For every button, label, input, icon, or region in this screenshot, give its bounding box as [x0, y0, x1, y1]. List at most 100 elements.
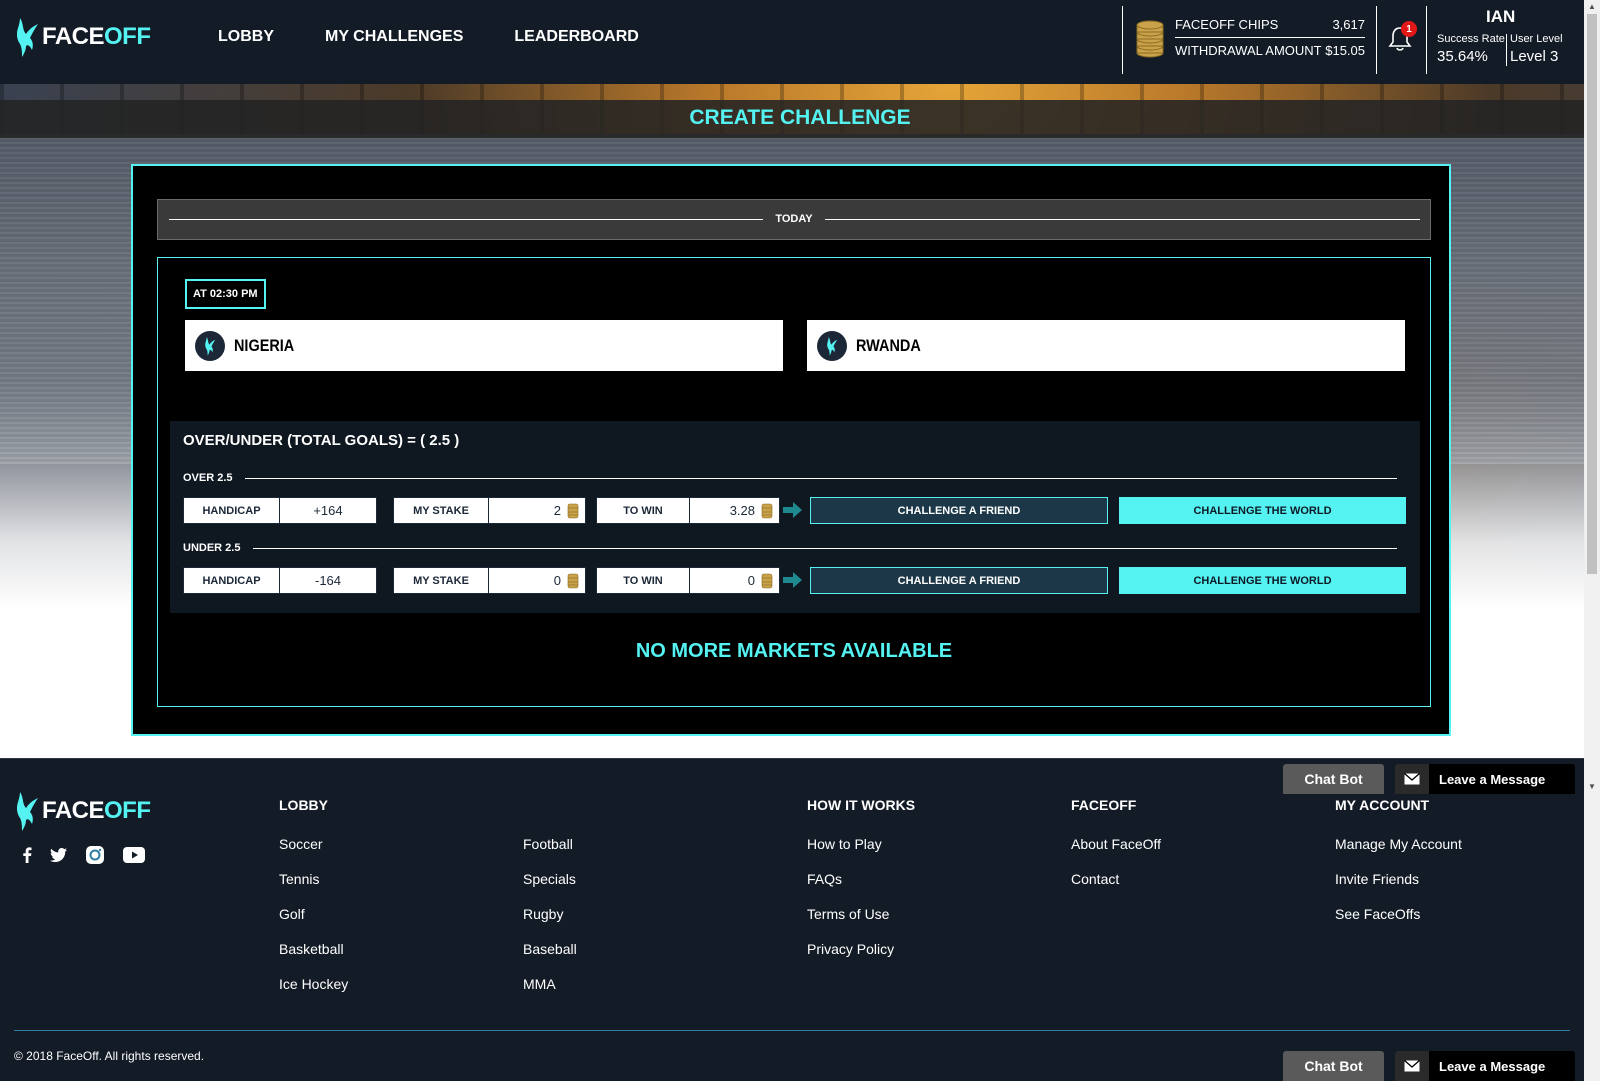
chatbot-button[interactable]: Chat Bot [1283, 764, 1384, 794]
to-win-field: TO WIN 0 [596, 567, 780, 594]
coin-icon [761, 573, 773, 589]
leave-message-button[interactable]: Leave a Message [1395, 764, 1575, 794]
stake-input[interactable]: 0 [489, 567, 586, 594]
faceoff-logo[interactable]: FACEOFF [14, 16, 151, 58]
team-home-name: NIGERIA [234, 335, 295, 355]
handicap-label: HANDICAP [183, 567, 280, 594]
brand-off: OFF [104, 23, 151, 50]
facebook-icon[interactable] [22, 847, 32, 863]
handicap-field: HANDICAP -164 [183, 567, 377, 594]
handicap-field: HANDICAP +164 [183, 497, 377, 524]
footer-link-contact[interactable]: Contact [1071, 871, 1119, 887]
to-win-value: 0 [747, 573, 755, 588]
user-name[interactable]: IAN [1486, 7, 1515, 27]
team-home[interactable]: NIGERIA [185, 320, 783, 371]
coin-icon [761, 503, 773, 519]
success-rate-label: Success Rate [1437, 33, 1505, 45]
chatbot-button[interactable]: Chat Bot [1283, 1051, 1384, 1081]
footer-link-basketball[interactable]: Basketball [279, 941, 344, 957]
challenge-world-button[interactable]: CHALLENGE THE WORLD [1119, 567, 1406, 594]
team-away[interactable]: RWANDA [807, 320, 1405, 371]
stake-label: MY STAKE [393, 497, 489, 524]
footer-link-rugby[interactable]: Rugby [523, 906, 563, 922]
chips-balance: FACEOFF CHIPS 3,617 [1175, 17, 1365, 38]
chips-label: FACEOFF CHIPS [1175, 17, 1279, 32]
stake-input[interactable]: 2 [489, 497, 586, 524]
leave-message-button[interactable]: Leave a Message [1395, 1051, 1575, 1081]
chips-value: 3,617 [1332, 17, 1365, 32]
footer-link-terms[interactable]: Terms of Use [807, 906, 889, 922]
footer-link-faqs[interactable]: FAQs [807, 871, 842, 887]
day-label-text: TODAY [763, 213, 825, 225]
stat-divider [1506, 34, 1507, 66]
header-divider [1122, 6, 1123, 74]
challenge-friend-button[interactable]: CHALLENGE A FRIEND [810, 497, 1108, 524]
twitter-icon[interactable] [50, 848, 67, 862]
footer-link-about[interactable]: About FaceOff [1071, 836, 1161, 852]
footer-link-mma[interactable]: MMA [523, 976, 556, 992]
footer-link-football[interactable]: Football [523, 836, 573, 852]
scrollbar-thumb[interactable] [1587, 14, 1597, 574]
brand-off: OFF [104, 797, 151, 824]
row-divider [253, 548, 1397, 549]
footer-link-baseball[interactable]: Baseball [523, 941, 577, 957]
footer-link-invite-friends[interactable]: Invite Friends [1335, 871, 1419, 887]
nav-my-challenges[interactable]: MY CHALLENGES [325, 28, 463, 46]
footer-link-soccer[interactable]: Soccer [279, 836, 323, 852]
market-title: OVER/UNDER (TOTAL GOALS) = ( 2.5 ) [183, 432, 460, 449]
stake-value: 0 [553, 573, 561, 588]
phoenix-logo-icon [16, 18, 38, 57]
stake-field[interactable]: MY STAKE 2 [393, 497, 586, 524]
footer-link-how-to-play[interactable]: How to Play [807, 836, 882, 852]
no-more-markets: NO MORE MARKETS AVAILABLE [635, 640, 953, 662]
scroll-up-arrow-icon[interactable]: ▲ [1587, 2, 1597, 12]
header-divider [1426, 6, 1427, 74]
team-away-name: RWANDA [856, 335, 921, 355]
stake-value: 2 [553, 503, 561, 518]
instagram-icon[interactable] [85, 845, 105, 865]
stake-label: MY STAKE [393, 567, 489, 594]
brand-face: FACE [42, 797, 105, 824]
scroll-down-arrow-icon[interactable]: ▼ [1587, 782, 1597, 792]
youtube-icon[interactable] [123, 847, 145, 863]
envelope-icon [1395, 1051, 1429, 1081]
team-crest-icon [195, 330, 225, 361]
header-divider [1376, 6, 1377, 74]
challenge-friend-button[interactable]: CHALLENGE A FRIEND [810, 567, 1108, 594]
withdrawal-label: WITHDRAWAL AMOUNT [1175, 43, 1322, 58]
challenge-world-button[interactable]: CHALLENGE THE WORLD [1119, 497, 1406, 524]
nav-lobby[interactable]: LOBBY [218, 28, 274, 46]
nav-leaderboard[interactable]: LEADERBOARD [514, 28, 638, 46]
handicap-value: -164 [280, 567, 377, 594]
footer-link-tennis[interactable]: Tennis [279, 871, 319, 887]
to-win-label: TO WIN [596, 567, 690, 594]
handicap-label: HANDICAP [183, 497, 280, 524]
brand-face: FACE [42, 23, 105, 50]
stake-field[interactable]: MY STAKE 0 [393, 567, 586, 594]
user-level-value: Level 3 [1510, 48, 1559, 65]
coin-icon [567, 573, 579, 589]
withdrawal-value: $15.05 [1325, 43, 1365, 58]
day-label: TODAY [158, 213, 1430, 225]
market-row-label: UNDER 2.5 [183, 542, 241, 554]
footer-link-ice-hockey[interactable]: Ice Hockey [279, 976, 348, 992]
to-win-output: 0 [690, 567, 780, 594]
footer-logo[interactable]: FACEOFF [14, 790, 151, 832]
footer-link-specials[interactable]: Specials [523, 871, 576, 887]
footer-link-manage-account[interactable]: Manage My Account [1335, 836, 1462, 852]
match-time: AT 02:30 PM [185, 279, 266, 309]
footer-link-privacy[interactable]: Privacy Policy [807, 941, 894, 957]
footer-link-see-faceoffs[interactable]: See FaceOffs [1335, 906, 1420, 922]
day-divider: TODAY [157, 199, 1431, 240]
footer-link-golf[interactable]: Golf [279, 906, 305, 922]
main-nav: LOBBY MY CHALLENGES LEADERBOARD [218, 28, 690, 46]
envelope-icon [1395, 764, 1429, 794]
user-level-label: User Level [1510, 33, 1563, 45]
withdrawal-balance: WITHDRAWAL AMOUNT $15.05 [1175, 43, 1365, 58]
leave-message-label: Leave a Message [1439, 1058, 1546, 1074]
footer-lobby-title: LOBBY [279, 797, 328, 813]
phoenix-logo-icon [16, 792, 38, 831]
team-crest-icon [817, 330, 847, 361]
brand-wordmark: FACEOFF [42, 797, 151, 825]
success-rate-value: 35.64% [1437, 48, 1488, 65]
